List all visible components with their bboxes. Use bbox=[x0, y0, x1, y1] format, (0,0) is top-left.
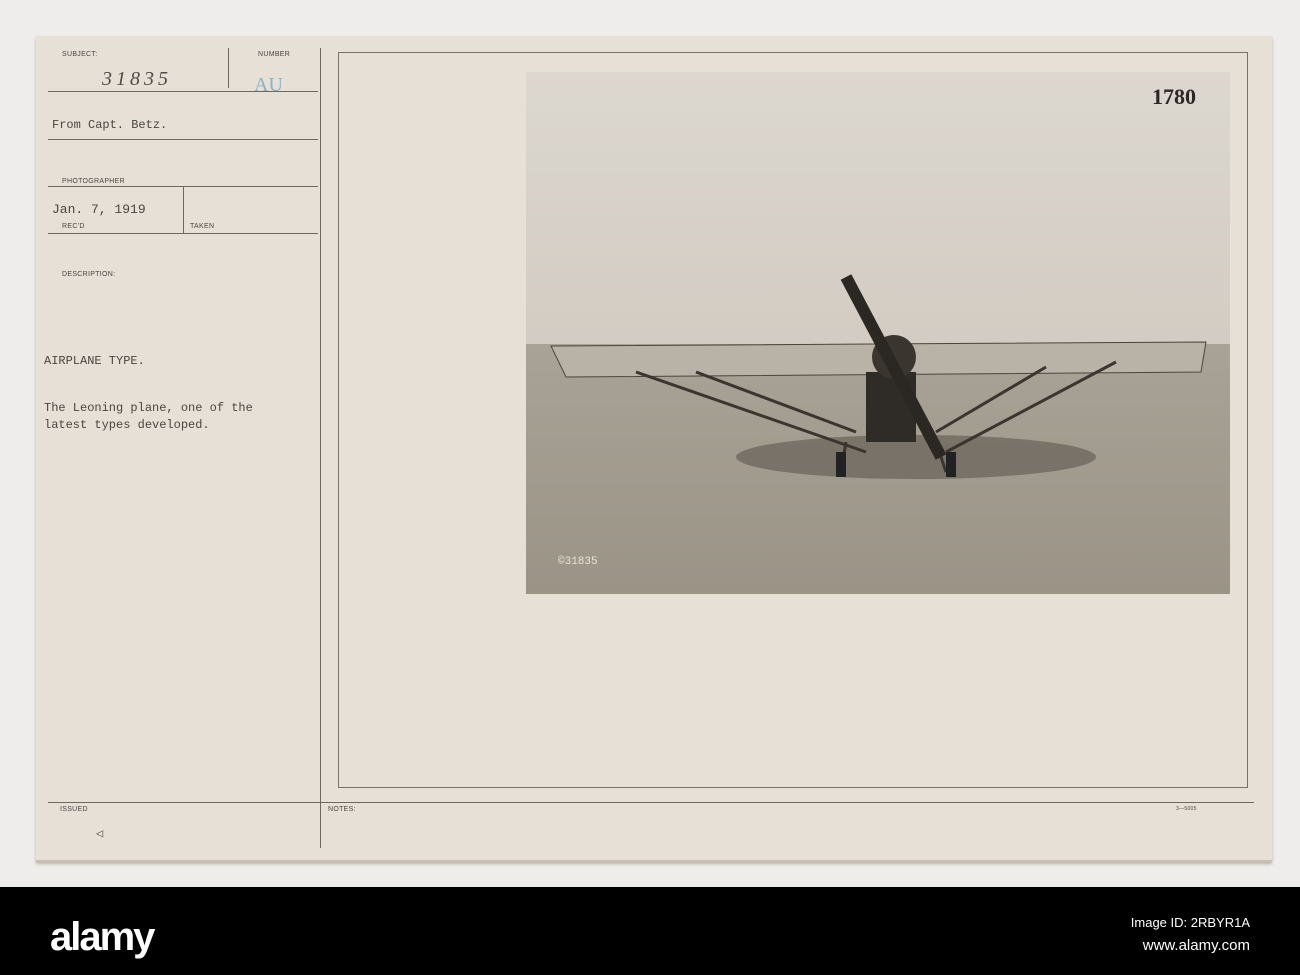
number-stamp: AU bbox=[254, 74, 283, 96]
recd-label: REC'D bbox=[62, 223, 85, 230]
date-text: Jan. 7, 1919 bbox=[52, 202, 146, 217]
description-line-1: The Leoning plane, one of the bbox=[44, 401, 253, 415]
alamy-logo: alamy bbox=[50, 915, 155, 959]
issued-label: ISSUED bbox=[60, 806, 88, 813]
description-line-2: latest types developed. bbox=[44, 418, 210, 432]
from-text: From Capt. Betz. bbox=[52, 118, 168, 132]
description-title: AIRPLANE TYPE. bbox=[44, 354, 145, 368]
image-id: Image ID: 2RBYR1A bbox=[1130, 915, 1250, 930]
subject-label: SUBJECT: bbox=[62, 51, 98, 58]
photographer-label: PHOTOGRAPHER bbox=[62, 178, 125, 185]
photo-corner-number: 1780 bbox=[1152, 84, 1196, 109]
airplane-photo: 1780 ©31835 bbox=[526, 72, 1230, 594]
website-link[interactable]: www.alamy.com bbox=[1143, 937, 1250, 954]
footer-bar: alamy Image ID: 2RBYR1A www.alamy.com bbox=[0, 887, 1300, 975]
subject-number: 31835 bbox=[102, 68, 172, 90]
airplane-image bbox=[526, 72, 1230, 594]
negative-number: ©31835 bbox=[558, 556, 598, 568]
form-code: 3—5005 bbox=[1176, 806, 1197, 812]
issued-mark: ◁ bbox=[96, 827, 104, 841]
notes-label: NOTES: bbox=[328, 806, 356, 813]
taken-label: TAKEN bbox=[190, 223, 215, 230]
number-label: NUMBER bbox=[258, 51, 291, 58]
description-label: DESCRIPTION: bbox=[62, 271, 116, 278]
